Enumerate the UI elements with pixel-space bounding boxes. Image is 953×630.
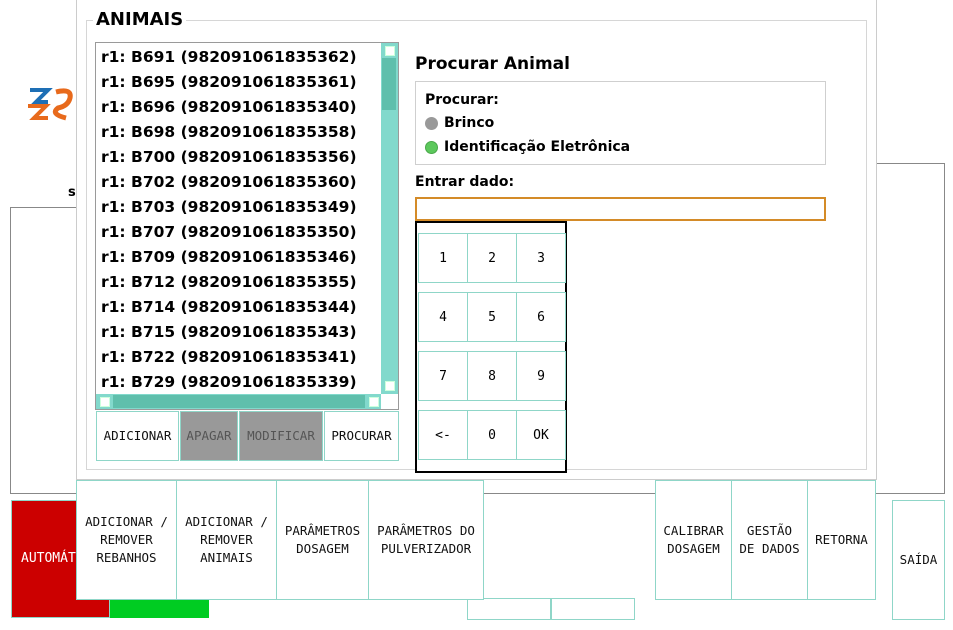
search-panel-title: Procurar Animal bbox=[415, 54, 570, 74]
key-4[interactable]: 4 bbox=[418, 292, 468, 342]
add-remove-animals-button[interactable]: ADICIONAR / REMOVER ANIMAIS bbox=[176, 480, 277, 600]
key-9[interactable]: 9 bbox=[516, 351, 566, 401]
key-7[interactable]: 7 bbox=[418, 351, 468, 401]
list-item[interactable]: r1: B722 (982091061835341) bbox=[101, 348, 357, 366]
key-1[interactable]: 1 bbox=[418, 233, 468, 283]
scroll-up-icon[interactable] bbox=[385, 46, 395, 56]
key-6[interactable]: 6 bbox=[516, 292, 566, 342]
radio-label: Identificação Eletrônica bbox=[444, 139, 631, 155]
list-item[interactable]: r1: B703 (982091061835349) bbox=[101, 198, 357, 216]
list-item[interactable]: r1: B695 (982091061835361) bbox=[101, 73, 357, 91]
delete-button[interactable]: APAGAR bbox=[180, 411, 238, 461]
list-item[interactable]: r1: B700 (982091061835356) bbox=[101, 148, 357, 166]
key-ok[interactable]: OK bbox=[516, 410, 566, 460]
radio-off-icon bbox=[425, 116, 438, 130]
list-item[interactable]: r1: B707 (982091061835350) bbox=[101, 223, 357, 241]
scroll-down-icon[interactable] bbox=[385, 381, 395, 391]
dosage-parameters-button[interactable]: PARÂMETROS DOSAGEM bbox=[276, 480, 369, 600]
radio-electronic-id[interactable]: Identificação Eletrônica bbox=[425, 139, 630, 155]
vertical-scroll-thumb[interactable] bbox=[382, 58, 396, 110]
animal-list[interactable]: r1: B691 (982091061835362) r1: B695 (982… bbox=[95, 42, 399, 410]
key-5[interactable]: 5 bbox=[467, 292, 517, 342]
horizontal-scroll-thumb[interactable] bbox=[113, 395, 365, 408]
list-item[interactable]: r1: B715 (982091061835343) bbox=[101, 323, 357, 341]
hidden-button[interactable] bbox=[551, 598, 635, 620]
list-item[interactable]: r1: B696 (982091061835340) bbox=[101, 98, 357, 116]
calibrate-dosage-button[interactable]: CALIBRAR DOSAGEM bbox=[655, 480, 732, 600]
data-management-button[interactable]: GESTÃO DE DADOS bbox=[731, 480, 808, 600]
key-0[interactable]: 0 bbox=[467, 410, 517, 460]
sprayer-parameters-button[interactable]: PARÂMETROS DO PULVERIZADOR bbox=[368, 480, 484, 600]
list-item[interactable]: r1: B714 (982091061835344) bbox=[101, 298, 357, 316]
status-indicator bbox=[110, 598, 209, 618]
radio-brinco[interactable]: Brinco bbox=[425, 115, 494, 131]
exit-button[interactable]: SAÍDA bbox=[892, 500, 945, 620]
background-frame-edge bbox=[944, 163, 945, 494]
modify-button[interactable]: MODIFICAR bbox=[239, 411, 323, 461]
list-item[interactable]: r1: B691 (982091061835362) bbox=[101, 48, 357, 66]
background-frame-edge bbox=[875, 163, 945, 164]
key-2[interactable]: 2 bbox=[467, 233, 517, 283]
list-item[interactable]: r1: B702 (982091061835360) bbox=[101, 173, 357, 191]
numeric-keypad: 1 2 3 4 5 6 7 8 9 <- 0 OK bbox=[415, 221, 567, 473]
scroll-right-icon[interactable] bbox=[369, 397, 379, 407]
return-button[interactable]: RETORNA bbox=[807, 480, 876, 600]
hidden-button[interactable] bbox=[467, 598, 551, 620]
radio-on-icon bbox=[425, 140, 438, 154]
add-remove-herds-button[interactable]: ADICIONAR / REMOVER REBANHOS bbox=[76, 480, 177, 600]
radio-label: Brinco bbox=[444, 115, 495, 131]
list-item[interactable]: r1: B712 (982091061835355) bbox=[101, 273, 357, 291]
search-button[interactable]: PROCURAR bbox=[324, 411, 399, 461]
logo-s-icon bbox=[26, 84, 76, 124]
key-3[interactable]: 3 bbox=[516, 233, 566, 283]
dialog-title: ANIMAIS bbox=[93, 9, 187, 30]
background-partial-label: s bbox=[68, 185, 76, 200]
scroll-left-icon[interactable] bbox=[100, 397, 110, 407]
list-item[interactable]: r1: B729 (982091061835339) bbox=[101, 373, 357, 391]
list-item[interactable]: r1: B698 (982091061835358) bbox=[101, 123, 357, 141]
enter-data-label: Entrar dado: bbox=[415, 174, 515, 190]
search-label: Procurar: bbox=[425, 92, 499, 108]
key-8[interactable]: 8 bbox=[467, 351, 517, 401]
background-frame-edge bbox=[10, 207, 76, 208]
add-button[interactable]: ADICIONAR bbox=[96, 411, 179, 461]
data-entry-field[interactable] bbox=[415, 197, 826, 221]
list-item[interactable]: r1: B709 (982091061835346) bbox=[101, 248, 357, 266]
key-backspace[interactable]: <- bbox=[418, 410, 468, 460]
